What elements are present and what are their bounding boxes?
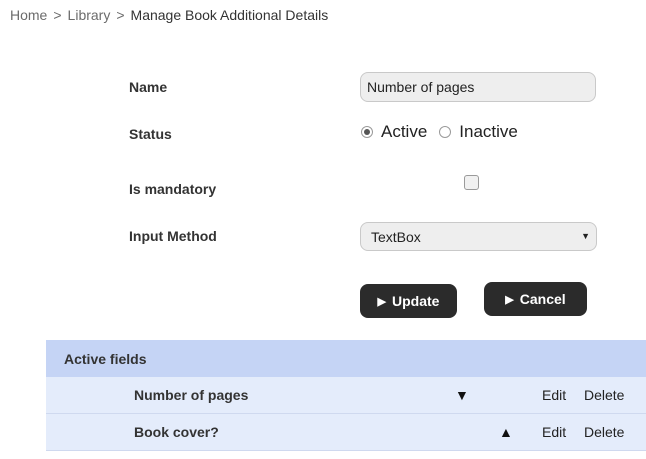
status-active-label[interactable]: Active (381, 122, 427, 142)
mandatory-checkbox[interactable] (464, 175, 479, 190)
table-header: Active fields (46, 340, 646, 377)
arrow-up-icon[interactable]: ▲ (499, 424, 513, 440)
arrow-down-icon[interactable]: ▼ (455, 387, 469, 403)
input-method-label: Input Method (129, 228, 217, 244)
breadcrumb: Home > Library > Manage Book Additional Deta… (10, 7, 328, 23)
field-name: Number of pages (134, 387, 249, 403)
update-button-label: Update (392, 293, 440, 309)
field-name: Book cover? (134, 424, 219, 440)
edit-link[interactable]: Edit (542, 387, 566, 403)
name-label: Name (129, 79, 168, 95)
cancel-button[interactable]: ▶ Cancel (484, 282, 587, 316)
status-radio-group: Active Inactive (361, 122, 530, 142)
breadcrumb-library[interactable]: Library (68, 7, 111, 23)
table-row: Book cover? ▲ Edit Delete (46, 414, 646, 451)
status-inactive-label[interactable]: Inactive (459, 122, 518, 142)
active-fields-table: Active fields Number of pages ▼ Edit Del… (46, 340, 646, 451)
breadcrumb-home[interactable]: Home (10, 7, 47, 23)
breadcrumb-current: Manage Book Additional Details (130, 7, 329, 23)
table-header-title: Active fields (64, 350, 147, 367)
name-input[interactable] (360, 72, 596, 102)
cancel-button-label: Cancel (519, 291, 566, 307)
input-method-value: TextBox (371, 228, 421, 245)
delete-link[interactable]: Delete (584, 387, 624, 403)
play-triangle-icon: ▶ (377, 295, 386, 308)
breadcrumb-separator: > (53, 7, 62, 23)
edit-link[interactable]: Edit (542, 424, 566, 440)
radio-selected-dot (364, 129, 370, 135)
play-triangle-icon: ▶ (505, 293, 514, 306)
input-method-select[interactable]: TextBox ▼ (360, 222, 597, 251)
status-label: Status (129, 126, 172, 142)
breadcrumb-separator: > (116, 7, 125, 23)
status-active-radio[interactable] (361, 126, 373, 138)
table-row: Number of pages ▼ Edit Delete (46, 377, 646, 414)
status-inactive-radio[interactable] (439, 126, 452, 138)
caret-down-icon: ▼ (581, 231, 590, 241)
update-button[interactable]: ▶ Update (360, 284, 457, 318)
mandatory-label: Is mandatory (129, 181, 217, 197)
delete-link[interactable]: Delete (584, 424, 624, 440)
